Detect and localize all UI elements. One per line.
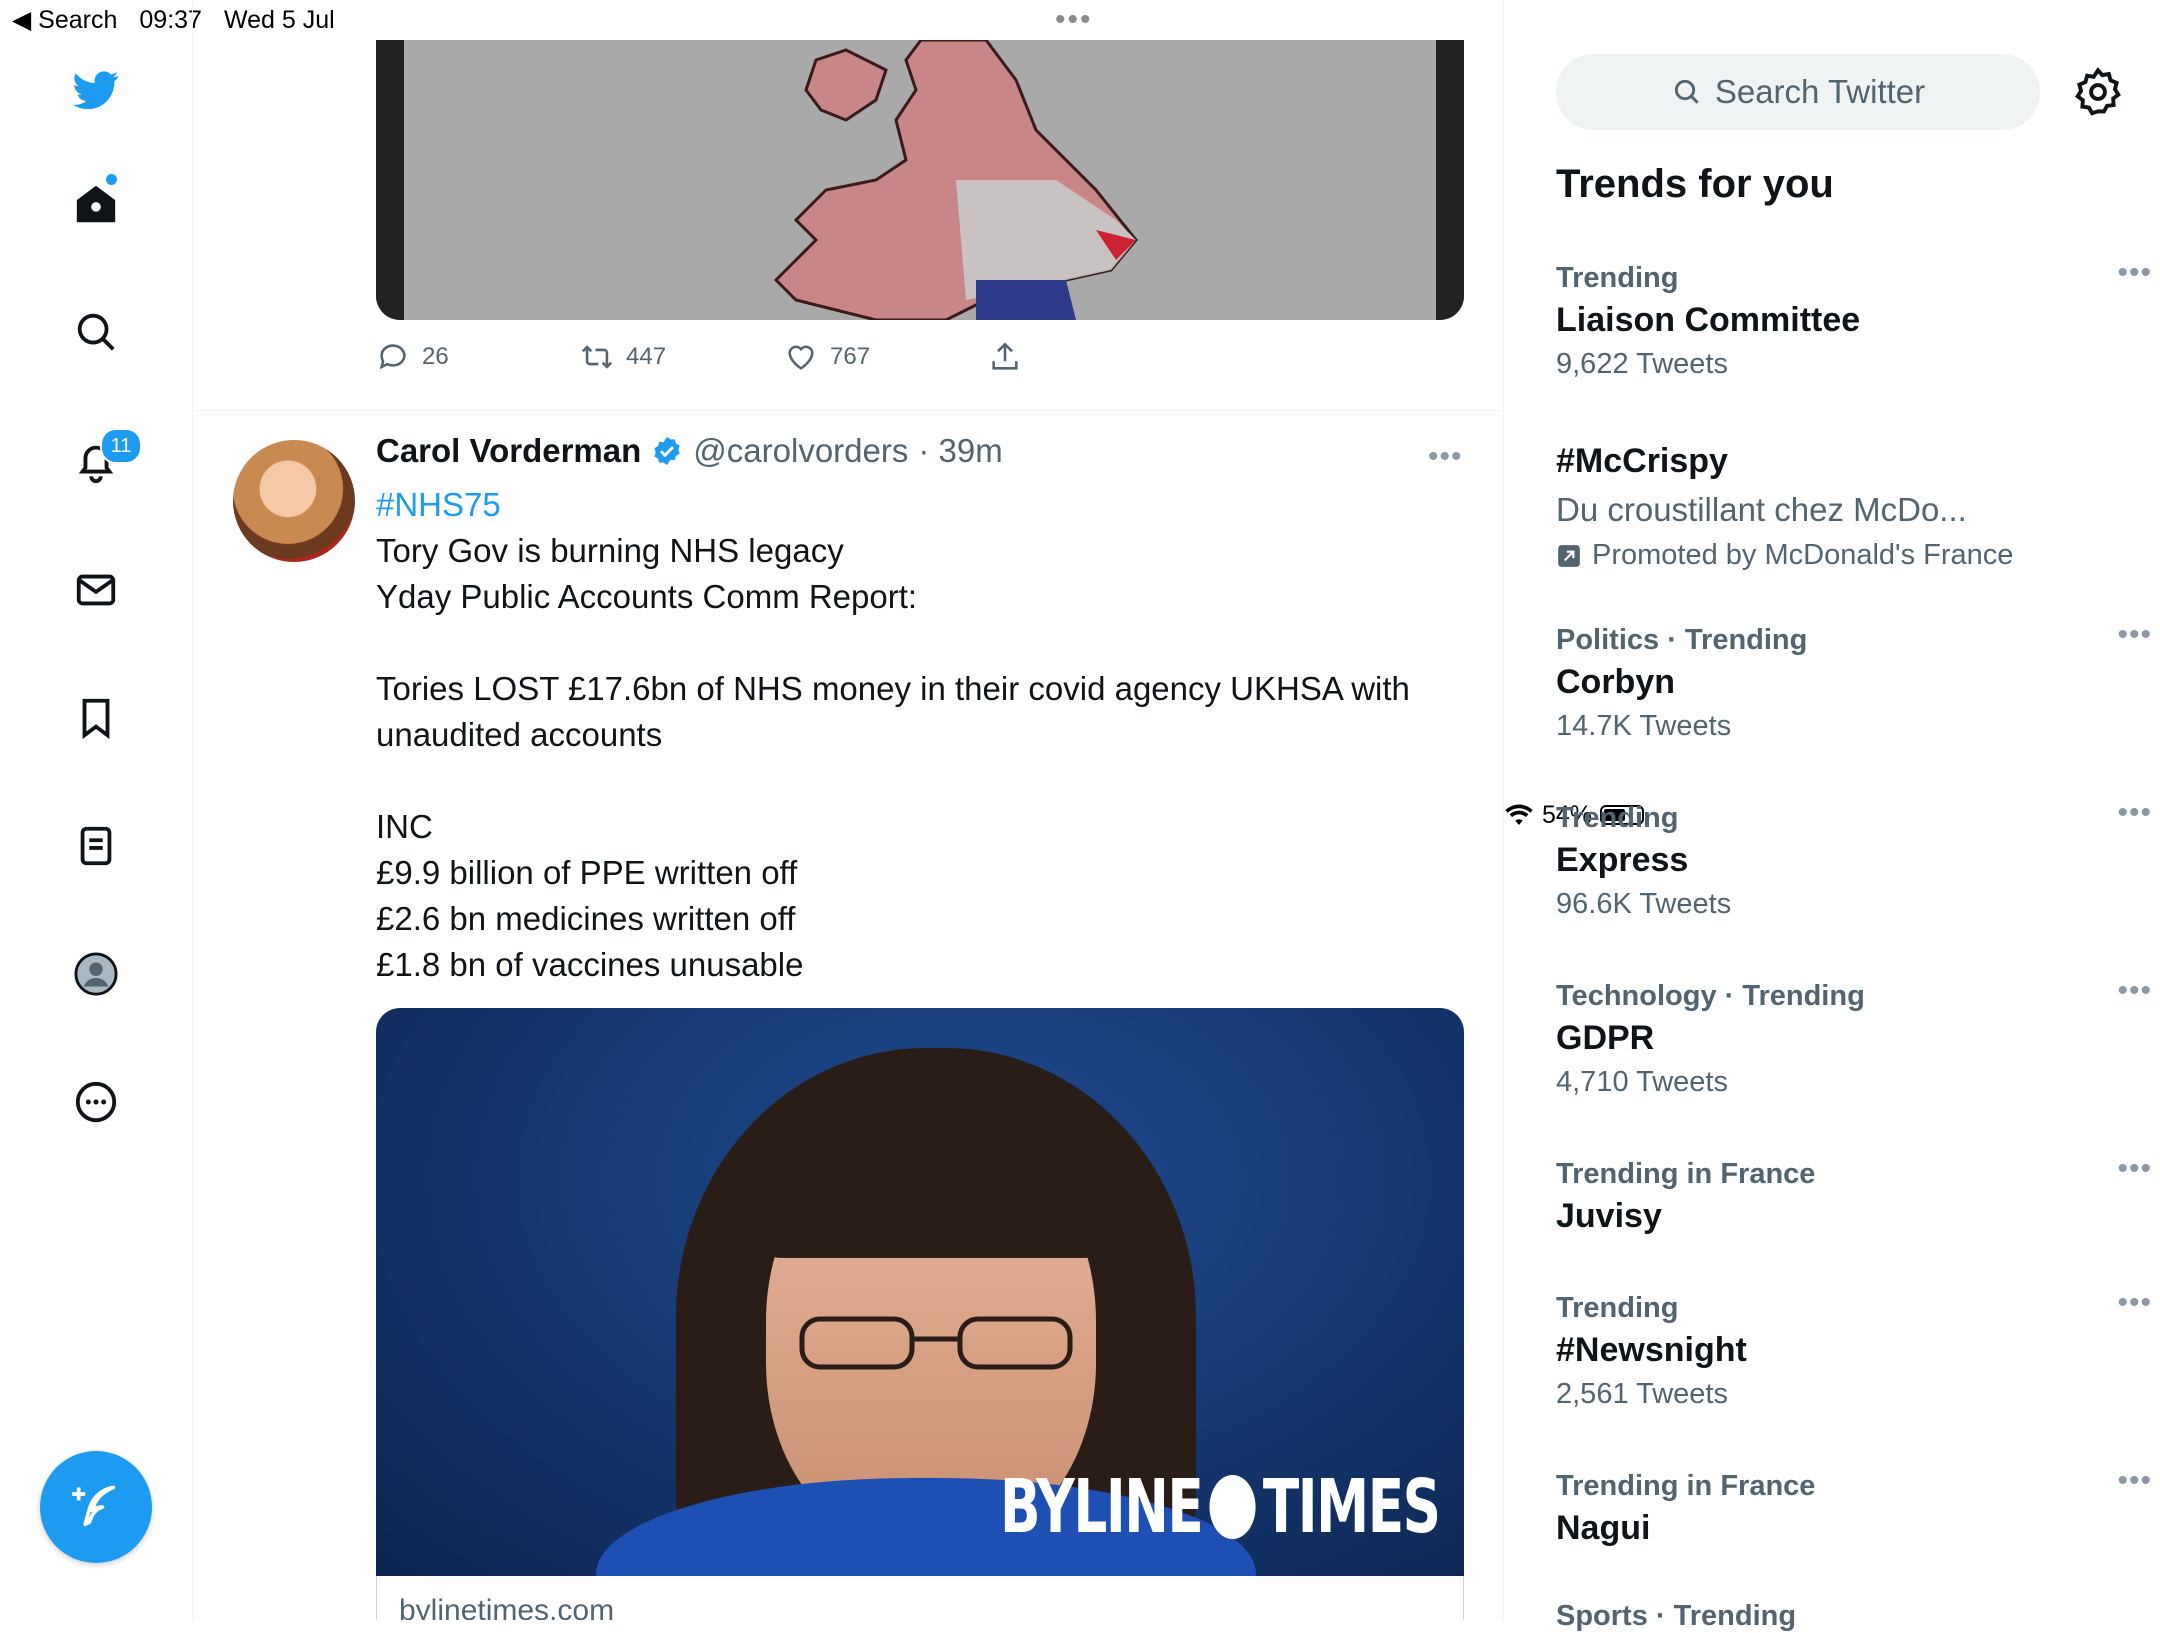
retweet-button[interactable]: 447: [580, 340, 784, 374]
compose-feather-icon: [72, 1485, 116, 1527]
promoted-label: Promoted by McDonald's France: [1556, 539, 2116, 572]
reply-count: 26: [422, 343, 449, 370]
timeline: 26 447 767 Carol Vorderman @carolvorders…: [193, 0, 1504, 1620]
tweet-timestamp[interactable]: · 39m: [918, 432, 1002, 470]
like-button[interactable]: 767: [784, 340, 988, 374]
like-count: 767: [830, 343, 871, 370]
link-card-domain[interactable]: bylinetimes.com: [376, 1576, 1464, 1620]
compose-tweet-button[interactable]: [40, 1451, 152, 1563]
tweet-line: [376, 758, 1466, 804]
tweet-divider: [193, 410, 1503, 411]
more-options-icon[interactable]: [70, 1076, 122, 1128]
retweet-count: 447: [626, 343, 667, 370]
messages-envelope-icon[interactable]: [70, 564, 122, 616]
reply-button[interactable]: 26: [376, 340, 580, 374]
explore-search-icon[interactable]: [70, 306, 122, 358]
trend-item[interactable]: Sports · Trending: [1556, 1600, 2116, 1633]
tweet-header: Carol Vorderman @carolvorders · 39m: [376, 432, 1003, 470]
right-sidebar: Search Twitter Trends for you Trending L…: [1504, 0, 2160, 1632]
verified-badge-icon: [654, 437, 680, 465]
tweet-body: #NHS75 Tory Gov is burning NHS legacy Yd…: [376, 482, 1466, 988]
bookmarks-icon[interactable]: [70, 692, 122, 744]
twitter-logo-icon[interactable]: [70, 64, 122, 116]
reply-icon: [379, 344, 406, 370]
profile-avatar-icon[interactable]: [70, 948, 122, 1000]
retweet-icon: [581, 345, 613, 369]
author-avatar[interactable]: [233, 440, 355, 562]
trend-more-icon[interactable]: •••: [2117, 974, 2152, 1008]
link-card-image[interactable]: BYLINE TIMES: [376, 1008, 1464, 1576]
notifications-badge: 11: [100, 428, 142, 464]
promoted-trend-item[interactable]: #McCrispy Du croustillant chez McDo... P…: [1556, 442, 2116, 572]
lists-icon[interactable]: [70, 820, 122, 872]
tweet-line: Tory Gov is burning NHS legacy: [376, 532, 844, 569]
heart-icon: [788, 345, 814, 370]
previous-tweet-actions: 26 447 767: [376, 340, 1192, 374]
search-icon: [1674, 79, 1699, 104]
tweet-line: Tories LOST £17.6bn of NHS money in thei…: [376, 670, 1410, 753]
share-button[interactable]: [988, 340, 1192, 374]
trend-item[interactable]: Trending #Newsnight 2,561 Tweets •••: [1556, 1286, 2151, 1411]
settings-gear-icon[interactable]: [2072, 66, 2124, 118]
trend-more-icon[interactable]: •••: [2117, 1152, 2152, 1186]
tweet-line: £9.9 billion of PPE written off: [376, 854, 798, 891]
tweet-line: INC: [376, 808, 433, 845]
trend-more-icon[interactable]: •••: [2117, 256, 2152, 290]
trend-more-icon[interactable]: •••: [2117, 796, 2152, 830]
tweet-line: £2.6 bn medicines written off: [376, 900, 796, 937]
hashtag-link[interactable]: #NHS75: [376, 482, 1466, 528]
trend-item[interactable]: Politics · Trending Corbyn 14.7K Tweets …: [1556, 618, 2151, 743]
search-placeholder: Search Twitter: [1714, 73, 1926, 110]
trend-more-icon[interactable]: •••: [2117, 1286, 2152, 1320]
trend-item[interactable]: Trending in France Juvisy •••: [1556, 1152, 2151, 1236]
author-name[interactable]: Carol Vorderman: [376, 432, 641, 470]
trend-item[interactable]: Trending in France Nagui •••: [1556, 1464, 2151, 1548]
home-icon[interactable]: [70, 178, 122, 230]
trend-item[interactable]: Trending Express 96.6K Tweets •••: [1556, 796, 2151, 921]
byline-times-logo: BYLINE TIMES: [1000, 1464, 1441, 1550]
trend-item[interactable]: Trending Liaison Committee 9,622 Tweets …: [1556, 256, 2151, 381]
tweet-line: £1.8 bn of vaccines unusable: [376, 946, 804, 983]
promoted-icon: [1558, 544, 1580, 567]
trend-item[interactable]: Technology · Trending GDPR 4,710 Tweets …: [1556, 974, 2151, 1099]
tweet-line: [376, 620, 1466, 666]
previous-tweet-image[interactable]: [376, 40, 1464, 320]
trends-heading: Trends for you: [1556, 162, 1834, 206]
tweet-more-options-icon[interactable]: •••: [1428, 440, 1463, 474]
author-handle[interactable]: @carolvorders: [693, 432, 908, 470]
uk-map-graphic: [773, 40, 1138, 320]
tweet-line: Yday Public Accounts Comm Report:: [376, 578, 918, 615]
share-icon: [992, 342, 1018, 370]
left-navigation: 11: [0, 0, 193, 1620]
trend-more-icon[interactable]: •••: [2117, 618, 2152, 652]
trend-more-icon[interactable]: •••: [2117, 1464, 2152, 1498]
search-input[interactable]: Search Twitter: [1556, 54, 2040, 130]
home-new-dot: [106, 174, 117, 185]
